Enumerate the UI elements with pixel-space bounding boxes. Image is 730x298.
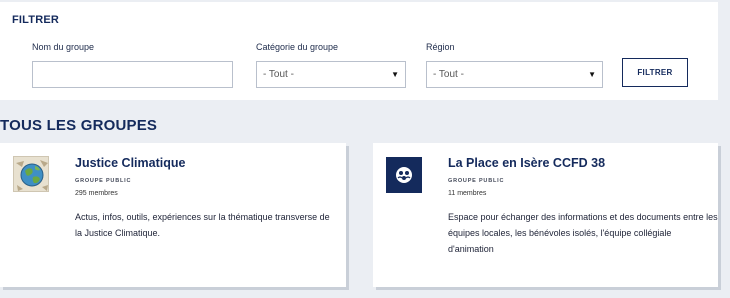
group-name-input[interactable]	[32, 61, 233, 88]
group-type-badge: GROUPE PUBLIC	[75, 178, 132, 184]
group-description: Actus, infos, outils, expériences sur la…	[75, 212, 330, 238]
group-card[interactable]: Justice Climatique GROUPE PUBLIC 295 mem…	[0, 143, 346, 287]
region-label: Région	[426, 42, 455, 52]
category-select-value: - Tout -	[263, 69, 294, 80]
globe-image[interactable]	[13, 156, 49, 192]
category-select[interactable]: - Tout - ▼	[256, 61, 406, 88]
group-type-badge: GROUPE PUBLIC	[448, 178, 505, 184]
group-icon[interactable]	[386, 157, 422, 193]
group-description: Espace pour échanger des informations et…	[448, 212, 718, 254]
group-name[interactable]: Justice Climatique	[75, 156, 185, 170]
filter-panel: FILTRER Nom du groupe Catégorie du group…	[0, 2, 718, 100]
section-title: TOUS LES GROUPES	[0, 117, 158, 134]
filter-title: FILTRER	[12, 14, 60, 26]
member-count: 295 membres	[75, 190, 118, 197]
chevron-down-icon: ▼	[588, 70, 596, 79]
group-name-label: Nom du groupe	[32, 42, 95, 52]
group-card[interactable]: La Place en Isère CCFD 38 GROUPE PUBLIC …	[373, 143, 718, 287]
group-name[interactable]: La Place en Isère CCFD 38	[448, 156, 605, 170]
filter-button[interactable]: FILTRER	[622, 58, 688, 87]
chevron-down-icon: ▼	[391, 70, 399, 79]
category-label: Catégorie du groupe	[256, 42, 339, 52]
region-select[interactable]: - Tout - ▼	[426, 61, 603, 88]
region-select-value: - Tout -	[433, 69, 464, 80]
member-count: 11 membres	[448, 190, 487, 197]
